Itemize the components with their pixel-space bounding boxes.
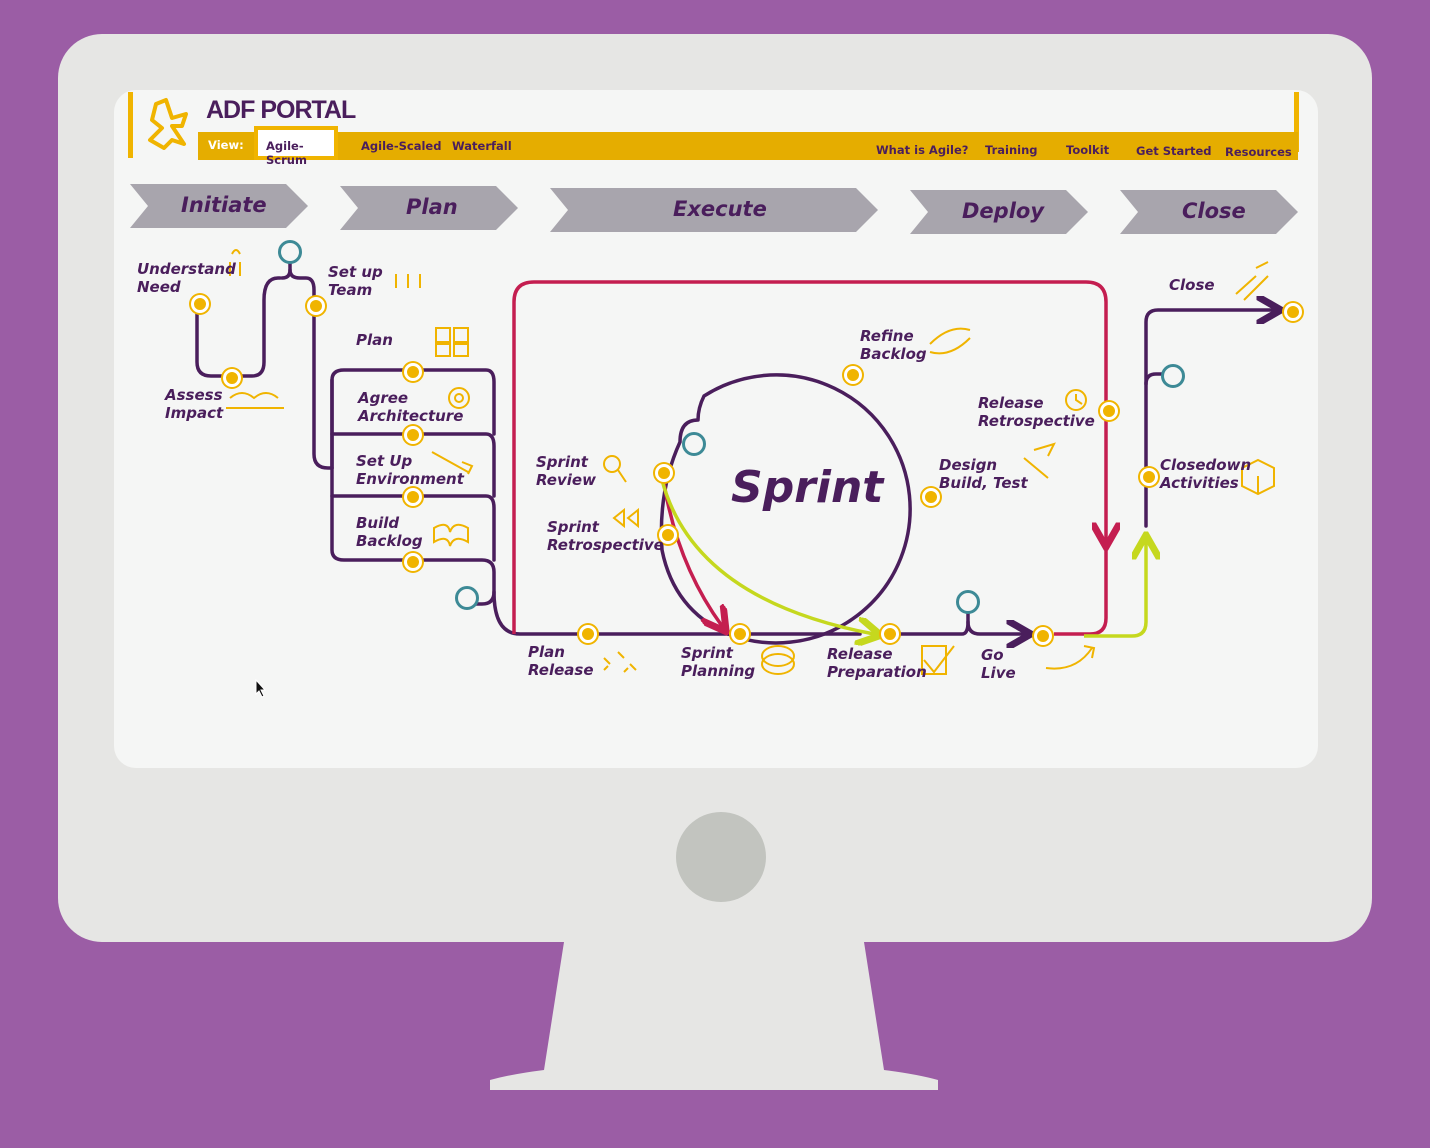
close-dot[interactable]: [1284, 303, 1302, 321]
label-set-up-environment: Set Up Environment: [356, 452, 464, 488]
assess-impact-dot[interactable]: [223, 369, 241, 387]
set-up-team-dot[interactable]: [307, 297, 325, 315]
plan-release-dot[interactable]: [579, 625, 597, 643]
monitor-logo-button: [676, 812, 766, 902]
sprint-title: Sprint: [731, 462, 884, 513]
go-live-dot[interactable]: [1034, 627, 1052, 645]
build-backlog-dot[interactable]: [404, 553, 422, 571]
agree-architecture-dot[interactable]: [404, 426, 422, 444]
closedown-activities-dot[interactable]: [1140, 468, 1158, 486]
label-sprint-retrospective: Sprint Retrospective: [547, 518, 664, 554]
label-agree-architecture: Agree Architecture: [358, 389, 464, 425]
go-live-node[interactable]: [956, 590, 980, 614]
label-go-live: Go Live: [981, 646, 1016, 682]
set-up-environment-dot[interactable]: [404, 488, 422, 506]
release-retrospective-dot[interactable]: [1100, 402, 1118, 420]
sprint-start-node[interactable]: [682, 432, 706, 456]
sprint-planning-dot[interactable]: [731, 625, 749, 643]
design-build-test-dot[interactable]: [922, 488, 940, 506]
label-sprint-planning: Sprint Planning: [681, 644, 756, 680]
label-build-backlog: Build Backlog: [356, 514, 423, 550]
label-set-up-team: Set up Team: [328, 263, 383, 299]
start-node[interactable]: [278, 240, 302, 264]
label-close: Close: [1169, 276, 1215, 294]
label-plan-release: Plan Release: [528, 643, 594, 679]
sprint-review-dot[interactable]: [655, 464, 673, 482]
label-closedown-activities: Closedown Activities: [1160, 456, 1252, 492]
monitor-stand: [490, 942, 938, 1090]
release-preparation-dot[interactable]: [881, 625, 899, 643]
label-plan: Plan: [356, 331, 393, 349]
portal-screen: ADF PORTAL View: Agile-Scrum Agile-Scale…: [114, 90, 1318, 768]
label-release-preparation: Release Preparation: [827, 645, 927, 681]
label-design-build-test: Design Build, Test: [939, 456, 1028, 492]
label-release-retrospective: Release Retrospective: [978, 394, 1095, 430]
label-assess-impact: Assess Impact: [165, 386, 224, 422]
label-understand-need: Understand Need: [137, 260, 236, 296]
mouse-cursor-icon: [255, 679, 267, 698]
close-node[interactable]: [1161, 364, 1185, 388]
refine-backlog-dot[interactable]: [844, 366, 862, 384]
plan-end-node[interactable]: [455, 586, 479, 610]
understand-need-dot[interactable]: [191, 295, 209, 313]
label-refine-backlog: Refine Backlog: [860, 327, 927, 363]
plan-dot[interactable]: [404, 363, 422, 381]
label-sprint-review: Sprint Review: [536, 453, 596, 489]
